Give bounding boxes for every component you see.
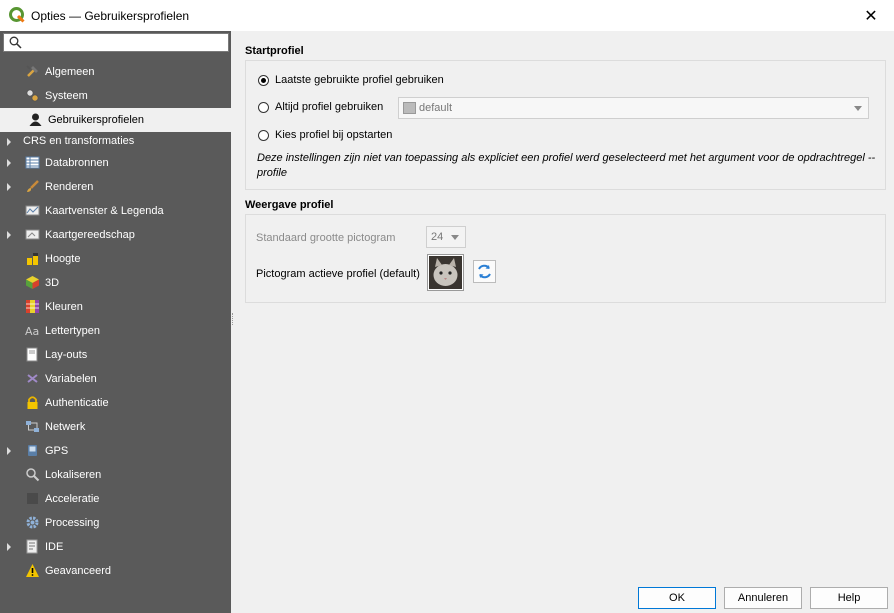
user-icon (29, 113, 42, 126)
colors-icon (26, 300, 39, 313)
sidebar-item-renderen[interactable]: Renderen (0, 175, 231, 199)
refresh-icon (478, 264, 491, 279)
radio-choose-profile[interactable]: Kies profiel bij opstarten (258, 127, 392, 143)
sidebar-item-gps[interactable]: GPS (0, 439, 231, 463)
hammer-icon (26, 65, 38, 77)
elevation-icon (27, 253, 38, 265)
sidebar-item-hoogte[interactable]: Hoogte (0, 247, 231, 271)
expand-arrow-icon[interactable] (7, 159, 11, 167)
icon-size-label: Standaard grootte pictogram (256, 232, 396, 244)
radio-button[interactable] (258, 101, 269, 113)
close-icon[interactable]: ✕ (848, 0, 894, 31)
ide-icon (26, 539, 38, 554)
sidebar-item-netwerk[interactable]: Netwerk (0, 415, 231, 439)
active-icon-label: Pictogram actieve profiel (default) (256, 268, 420, 280)
ok-button[interactable]: OK (638, 587, 716, 609)
window-title: Opties — Gebruikersprofielen (31, 9, 190, 23)
expand-arrow-icon[interactable] (7, 231, 11, 239)
font-icon: Aa (25, 325, 39, 338)
icon-size-select[interactable]: 24 (426, 226, 466, 248)
sidebar-item-kaartvenster[interactable]: Kaartvenster & Legenda (0, 199, 231, 223)
settings-tree: Algemeen Systeem Gebruikersprofielen CRS… (0, 60, 231, 583)
network-icon (26, 421, 39, 432)
sidebar-item-kaartgereedschap[interactable]: Kaartgereedschap (0, 223, 231, 247)
layout-icon (26, 347, 38, 362)
sidebar-item-processing[interactable]: Processing (0, 511, 231, 535)
warning-icon (26, 564, 39, 577)
profile-note: Deze instellingen zijn niet van toepassi… (257, 152, 876, 179)
weergave-title: Weergave profiel (245, 199, 334, 211)
expand-arrow-icon[interactable] (7, 183, 11, 191)
sidebar-item-ide[interactable]: IDE (0, 535, 231, 559)
main-panel: Startprofiel Laatste gebruikte profiel g… (235, 31, 894, 581)
variable-icon (27, 374, 38, 383)
qgis-logo-icon (9, 7, 25, 23)
weergave-group: Standaard grootte pictogram 24 Pictogram… (245, 214, 886, 303)
lock-icon (27, 396, 38, 409)
sidebar-item-databronnen[interactable]: Databronnen (0, 151, 231, 175)
profile-avatar-button[interactable] (427, 254, 464, 291)
table-icon (25, 156, 40, 169)
title-bar: Opties — Gebruikersprofielen ✕ (0, 0, 894, 31)
svg-text:Aa: Aa (25, 325, 39, 338)
map-canvas-icon (25, 205, 40, 216)
expand-arrow-icon[interactable] (7, 447, 11, 455)
startprofiel-title: Startprofiel (245, 45, 304, 57)
search-icon (9, 36, 22, 49)
cat-avatar-icon (429, 256, 462, 289)
brush-icon (27, 180, 39, 192)
startprofiel-group: Laatste gebruikte profiel gebruiken Alti… (245, 60, 886, 190)
chip-icon (27, 493, 38, 504)
refresh-avatar-button[interactable] (473, 260, 496, 283)
sidebar-item-systeem[interactable]: Systeem (0, 84, 231, 108)
sidebar-item-lay-outs[interactable]: Lay-outs (0, 343, 231, 367)
sidebar-item-gebruikersprofielen[interactable]: Gebruikersprofielen (0, 108, 231, 132)
options-dialog: Opties — Gebruikersprofielen ✕ Algemeen … (0, 0, 894, 613)
radio-button-selected[interactable] (258, 74, 269, 86)
help-button[interactable]: Help (810, 587, 888, 609)
sidebar-item-geavanceerd[interactable]: Geavanceerd (0, 559, 231, 583)
sidebar-item-3d[interactable]: 3D (0, 271, 231, 295)
sidebar-item-acceleratie[interactable]: Acceleratie (0, 487, 231, 511)
processing-gear-icon (26, 516, 39, 529)
sidebar-item-lettertypen[interactable]: Aa Lettertypen (0, 319, 231, 343)
sidebar-item-lokaliseren[interactable]: Lokaliseren (0, 463, 231, 487)
search-input[interactable] (3, 33, 229, 52)
locator-icon (26, 468, 40, 482)
cube-icon (26, 276, 39, 289)
sidebar-item-authenticatie[interactable]: Authenticatie (0, 391, 231, 415)
profile-image-icon (403, 102, 416, 114)
sidebar-item-kleuren[interactable]: Kleuren (0, 295, 231, 319)
expand-arrow-icon[interactable] (7, 138, 11, 146)
sidebar-item-crs[interactable]: CRS en transformaties (0, 132, 231, 151)
profile-select[interactable]: default (398, 97, 869, 119)
chevron-down-icon (451, 235, 459, 240)
cancel-button[interactable]: Annuleren (724, 587, 802, 609)
sidebar-item-algemeen[interactable]: Algemeen (0, 60, 231, 84)
map-tools-icon (25, 229, 40, 240)
sidebar: Algemeen Systeem Gebruikersprofielen CRS… (0, 31, 231, 613)
sidebar-item-variabelen[interactable]: Variabelen (0, 367, 231, 391)
radio-button[interactable] (258, 129, 269, 141)
gears-icon (26, 89, 39, 102)
radio-always-profile[interactable]: Altijd profiel gebruiken (258, 99, 383, 115)
expand-arrow-icon[interactable] (7, 543, 11, 551)
gps-icon (28, 445, 37, 456)
radio-last-profile[interactable]: Laatste gebruikte profiel gebruiken (258, 72, 444, 88)
chevron-down-icon (854, 106, 862, 111)
